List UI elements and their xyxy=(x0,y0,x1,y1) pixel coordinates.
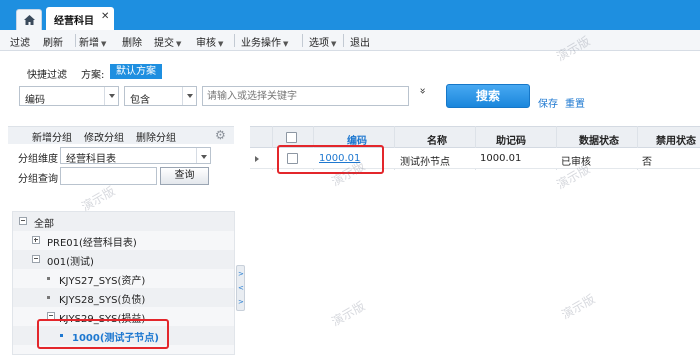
tree-node-pre01[interactable]: PRE01(经营科目表) xyxy=(13,231,234,250)
select-all-checkbox[interactable] xyxy=(286,132,297,143)
business-ops-menu-button[interactable]: 业务操作 ▼ xyxy=(241,34,288,49)
column-header-name[interactable]: 名称 xyxy=(427,132,447,147)
field-select[interactable]: 编码 xyxy=(19,86,119,106)
delete-button[interactable]: 删除 xyxy=(122,34,142,49)
search-button[interactable]: 搜索 xyxy=(446,84,530,108)
toolbar-separator xyxy=(302,34,303,47)
collapse-icon[interactable] xyxy=(32,255,40,263)
chevron-down-icon xyxy=(196,148,210,163)
tree-node-label: KJYS28_SYS(负债) xyxy=(59,295,146,306)
group-dimension-value: 经营科目表 xyxy=(66,154,116,165)
add-group-button[interactable]: 新增分组 xyxy=(32,129,72,144)
edit-group-button[interactable]: 修改分组 xyxy=(84,129,124,144)
exit-button[interactable]: 退出 xyxy=(350,34,370,49)
row-mnemonic: 1000.01 xyxy=(480,153,522,164)
tree-node-kjys28[interactable]: KJYS28_SYS(负债) xyxy=(13,288,234,307)
tab-label: 经营科目 xyxy=(54,16,94,27)
save-scheme-link[interactable]: 保存 xyxy=(538,95,558,110)
column-header-mnemonic[interactable]: 助记码 xyxy=(496,132,526,147)
chevron-down-icon: ▼ xyxy=(101,40,107,48)
quick-filter-label: 快捷过滤 xyxy=(27,70,67,81)
toolbar-separator xyxy=(234,34,235,47)
operator-select-value: 包含 xyxy=(130,95,150,106)
keyword-input[interactable] xyxy=(202,86,409,106)
reset-link[interactable]: 重置 xyxy=(565,95,585,110)
tree-node-all[interactable]: 全部 xyxy=(13,212,234,231)
scheme-label: 方案: xyxy=(81,70,105,81)
column-header-disabled-status[interactable]: 禁用状态 xyxy=(656,132,696,147)
group-toolbar: 新增分组 修改分组 删除分组 ⚙ xyxy=(8,126,234,144)
panel-splitter[interactable]: > < > xyxy=(236,265,245,311)
toolbar: 过滤 刷新 新增 ▼ 删除 提交 ▼ 审核 ▼ 业务操作 ▼ 选项 ▼ 退出 xyxy=(0,30,700,51)
chevron-down-icon: ▼ xyxy=(176,40,182,48)
watermark-text: 演示版 xyxy=(79,183,118,214)
options-menu-button[interactable]: 选项 ▼ xyxy=(309,34,336,49)
field-select-value: 编码 xyxy=(25,95,45,106)
filter-button[interactable]: 过滤 xyxy=(10,34,30,49)
submit-menu-button[interactable]: 提交 ▼ xyxy=(154,34,181,49)
group-dimension-label: 分组维度 xyxy=(18,154,58,165)
refresh-button[interactable]: 刷新 xyxy=(43,34,63,49)
watermark-text: 演示版 xyxy=(559,291,598,322)
tree-node-kjys27[interactable]: KJYS27_SYS(资产) xyxy=(13,269,234,288)
gear-icon[interactable]: ⚙ xyxy=(215,128,226,142)
top-tab-bar: 经营科目 ✕ xyxy=(0,0,700,30)
group-dimension-select[interactable]: 经营科目表 xyxy=(60,147,211,165)
chevron-down-icon: ▼ xyxy=(331,40,337,48)
tree-node-label: 全部 xyxy=(34,219,54,230)
leaf-bullet-icon xyxy=(47,277,50,280)
operator-select[interactable]: 包含 xyxy=(124,86,197,106)
tree-node-label: PRE01(经营科目表) xyxy=(47,238,137,249)
toolbar-separator xyxy=(75,34,76,47)
close-icon[interactable]: ✕ xyxy=(101,11,109,22)
highlight-box-grid-row xyxy=(277,145,384,174)
column-header-data-status[interactable]: 数据状态 xyxy=(579,132,619,147)
toolbar-separator xyxy=(343,34,344,47)
home-icon xyxy=(24,15,35,25)
chevron-right-icon: > xyxy=(238,298,244,306)
row-name: 测试孙节点 xyxy=(400,157,450,168)
delete-group-button[interactable]: 删除分组 xyxy=(136,129,176,144)
tab-business-subjects[interactable]: 经营科目 ✕ xyxy=(46,7,114,30)
home-tab[interactable] xyxy=(16,9,42,30)
chevron-left-icon: < xyxy=(238,284,244,292)
default-scheme-badge[interactable]: 默认方案 xyxy=(110,64,162,79)
chevron-down-icon: ▼ xyxy=(283,40,289,48)
expand-filter-icon[interactable]: » xyxy=(416,88,429,95)
add-menu-button[interactable]: 新增 ▼ xyxy=(79,34,106,49)
expand-icon[interactable] xyxy=(32,236,40,244)
leaf-bullet-icon xyxy=(47,296,50,299)
row-disabled-status: 否 xyxy=(642,157,652,168)
tree-node-label: KJYS27_SYS(资产) xyxy=(59,276,146,287)
chevron-down-icon xyxy=(104,87,118,105)
collapse-icon[interactable] xyxy=(19,217,27,225)
chevron-right-icon: > xyxy=(238,270,244,278)
tree-node-001[interactable]: 001(测试) xyxy=(13,250,234,269)
group-query-label: 分组查询 xyxy=(18,174,58,185)
query-button[interactable]: 查询 xyxy=(160,167,209,185)
tree-node-label: 001(测试) xyxy=(47,257,94,268)
audit-menu-button[interactable]: 审核 ▼ xyxy=(196,34,223,49)
watermark-text: 演示版 xyxy=(329,298,368,329)
highlight-box-tree-node xyxy=(37,319,169,349)
row-indicator-icon xyxy=(255,156,259,162)
chevron-down-icon xyxy=(182,87,196,105)
chevron-down-icon: ▼ xyxy=(218,40,224,48)
